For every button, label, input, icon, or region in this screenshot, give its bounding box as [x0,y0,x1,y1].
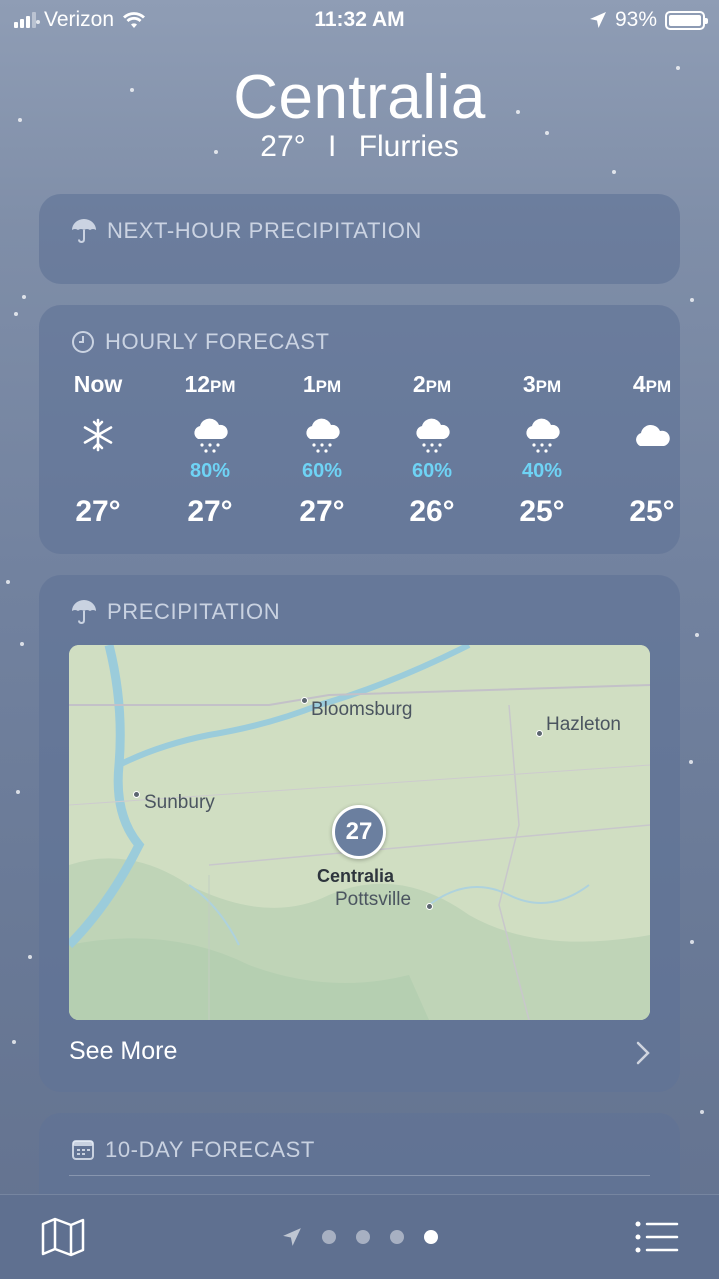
precip-chance: 60% [411,460,453,482]
current-location-label: Centralia [317,866,395,886]
town-label: Bloomsburg [311,699,413,720]
hour-temp: 26° [409,495,455,528]
city-name: Centralia [233,63,486,132]
hour-item: Now 27° [43,369,153,529]
hour-label: 2 [412,371,426,397]
divider [69,1175,650,1176]
hour-item: 1PM 60% 27° [267,369,377,529]
hour-item: 12PM 80% 27° [155,369,265,529]
hour-temp: 27° [75,495,121,528]
card-title: 10-DAY FORECAST [105,1137,315,1162]
snow-cloud-icon [306,418,340,453]
page-dot[interactable] [389,1230,404,1244]
battery-percent: 93% [614,8,657,31]
precip-chance [597,459,707,487]
separator: I [328,130,337,163]
town-label: Sunbury [144,792,215,813]
hourly-forecast-card: HOURLY FORECAST Now 27° 12PM 80% 27° 1PM… [39,305,680,554]
hourly-scroller[interactable]: Now 27° 12PM 80% 27° 1PM 60% 27° 2PM 60%… [39,369,680,539]
calendar-icon [72,1140,94,1160]
hour-temp: 25° [629,495,675,528]
precip-chance [43,459,153,487]
precip-chance: 80% [189,460,231,482]
battery-icon [665,10,708,30]
snow-cloud-icon [194,418,228,453]
town-label: Pottsville [335,889,412,910]
hour-label: 3 [522,371,536,397]
precipitation-map[interactable]: Bloomsburg Hazleton Sunbury Pottsville 2… [69,645,650,1020]
snow-cloud-icon [416,418,450,453]
precip-chance: 40% [521,460,563,482]
town-marker [426,903,433,910]
precipitation-card: PRECIPITATION Bloomsburg Hazleton Sunbur… [39,575,680,1092]
hour-temp: 27° [299,495,345,528]
card-title: NEXT-HOUR PRECIPITATION [107,218,422,243]
page-dot[interactable] [355,1230,370,1244]
current-temp: 27° [260,130,306,163]
town-label: Hazleton [546,714,621,735]
town-marker [133,791,140,798]
hour-temp: 27° [187,495,233,528]
cloud-icon [636,424,670,446]
bottom-toolbar [0,1194,719,1279]
current-conditions: 27° I Flurries [0,130,719,164]
page-dot[interactable] [321,1230,336,1244]
location-arrow-icon [589,12,606,28]
precip-chance: 60% [301,460,343,482]
snowflake-icon [83,418,113,452]
current-condition: Flurries [358,130,459,163]
town-marker [536,730,543,737]
snow-cloud-icon [526,418,560,453]
clock-icon [72,331,94,353]
hour-item: 2PM 60% 26° [377,369,487,529]
next-hour-precipitation-card[interactable]: NEXT-HOUR PRECIPITATION [39,194,680,284]
hour-label: Now [73,371,123,397]
hour-label: 1 [302,371,316,397]
umbrella-icon [72,600,96,625]
card-title: PRECIPITATION [107,599,281,624]
list-icon[interactable] [635,1221,679,1253]
town-marker [301,697,308,704]
location-temp-marker[interactable]: 27 [332,805,386,859]
hour-item: 4PM 25° [597,369,707,529]
status-bar: Verizon 11:32 AM 93% [0,0,719,40]
see-more-link[interactable]: See More [69,1037,177,1066]
hour-item: 3PM 40% 25° [487,369,597,529]
umbrella-icon [72,219,96,244]
location-arrow-icon[interactable] [282,1227,302,1247]
page-dot-active[interactable] [423,1230,438,1244]
chevron-right-icon[interactable] [636,1041,650,1065]
hour-temp: 25° [519,495,565,528]
hour-label: 4 [632,371,646,397]
card-title: HOURLY FORECAST [105,329,330,354]
hour-label: 12 [184,371,211,397]
page-indicator[interactable] [0,1227,719,1247]
